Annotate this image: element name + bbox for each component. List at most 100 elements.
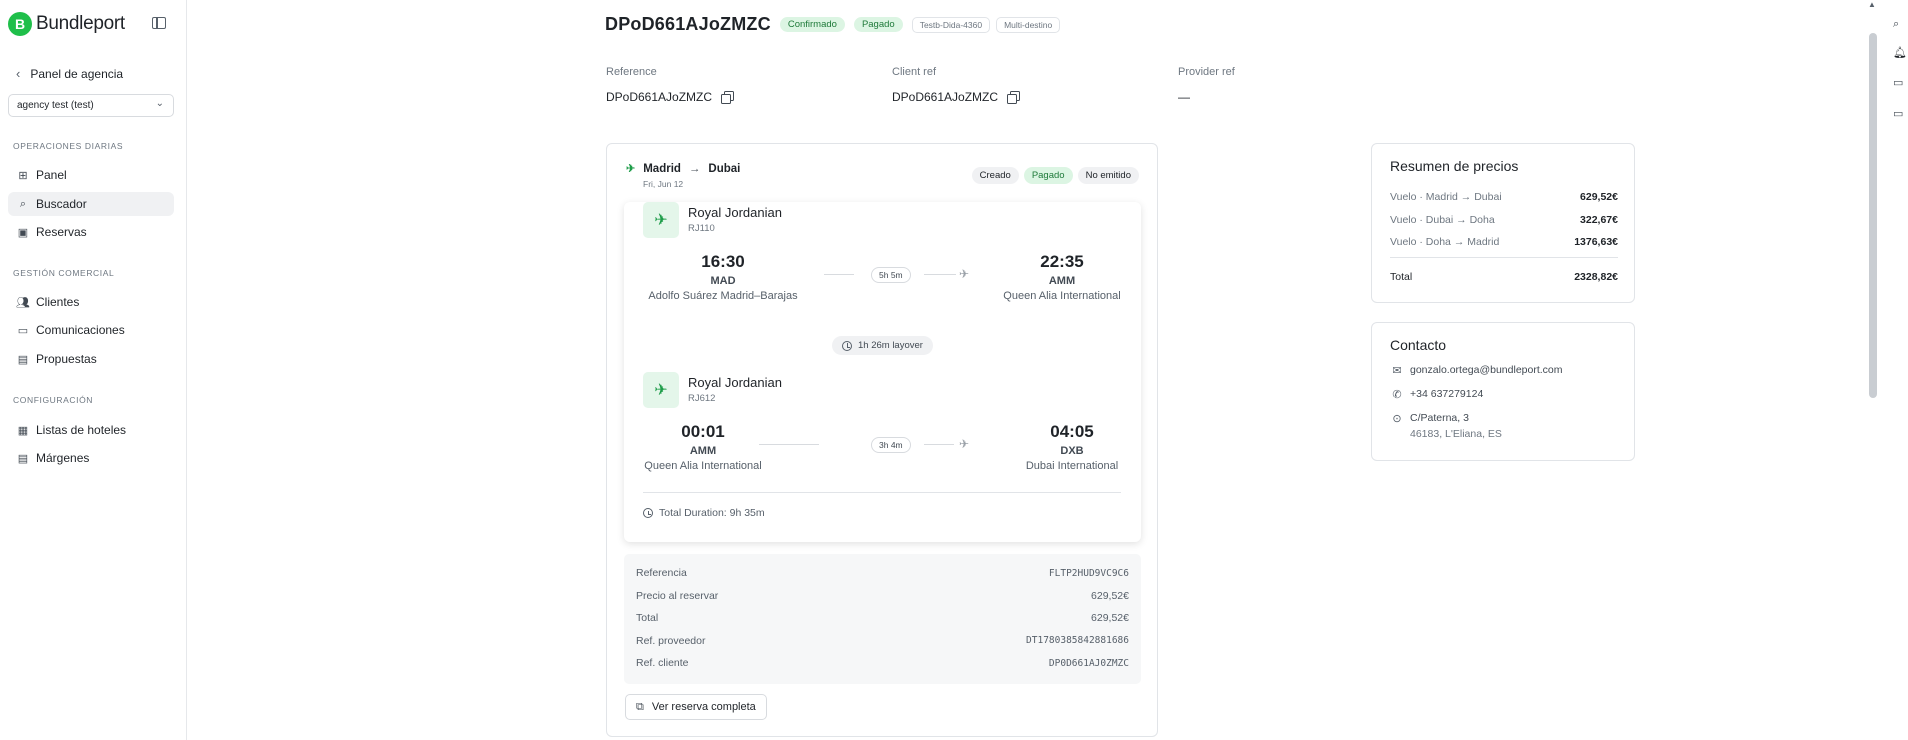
price-total-row: Total 2328,82€ (1390, 271, 1618, 283)
detail-row: Total 629,52€ (636, 607, 1129, 630)
booking-details-table: Referencia FLTP2HUD9VC9C6 Precio al rese… (624, 554, 1141, 684)
contact-phone: ✆ +34 637279124 (1390, 388, 1483, 401)
copy-icon[interactable] (1007, 91, 1021, 104)
price-label: Vuelo · Doha → Madrid (1390, 236, 1500, 248)
segment-airline: ✈ Royal Jordanian RJ110 (643, 202, 782, 238)
sidebar-item-comunicaciones[interactable]: ▭ Comunicaciones (8, 318, 174, 342)
detail-row: Referencia FLTP2HUD9VC9C6 (636, 562, 1129, 585)
price-label: Vuelo · Dubai → Doha (1390, 214, 1495, 226)
sidebar-item-listas-de-hoteles[interactable]: ▦ Listas de hoteles (8, 418, 174, 442)
scroll-up-arrow-icon[interactable]: ▲ (1868, 0, 1876, 9)
contact-card: Contacto ✉ gonzalo.ortega@bundleport.com… (1371, 322, 1635, 461)
divider (1390, 257, 1618, 258)
arrow-right-icon: → (688, 162, 701, 175)
arrival-time: 22:35 (1040, 252, 1084, 271)
dashboard-icon: ⊞ (18, 169, 28, 182)
sidebar: B Bundleport ‹ Panel de agencia agency t… (0, 0, 187, 740)
back-to-agency-panel-link[interactable]: ‹ Panel de agencia (16, 66, 123, 81)
view-full-booking-button[interactable]: ⧉ Ver reserva completa (625, 694, 767, 720)
provider-ref-block: Provider ref — (1178, 66, 1235, 104)
plane-icon: ✈ (626, 163, 636, 175)
map-pin-icon: ⊙ (1392, 413, 1402, 425)
sidebar-item-label: Márgenes (36, 451, 90, 465)
clock-icon (842, 340, 852, 351)
price-label: Vuelo · Madrid → Dubai (1390, 191, 1502, 203)
client-ref-block: Client ref DPoD661AJoZMZC (892, 66, 1021, 104)
leg-duration: 3h 4m (871, 437, 911, 453)
departure-time: 16:30 (701, 252, 745, 271)
list-icon: ▦ (17, 424, 29, 437)
plane-icon: ✈ (643, 202, 679, 238)
reference-block: Reference DPoD661AJoZMZC (606, 66, 735, 104)
search-icon[interactable]: ⌕ (1893, 18, 1899, 31)
detail-value: DT1780385842881686 (1026, 635, 1129, 647)
sidebar-item-label: Clientes (36, 295, 80, 309)
calendar-icon: ▣ (17, 226, 29, 239)
flight-number: RJ612 (688, 393, 716, 404)
status-badge-creado: Creado (971, 167, 1019, 184)
reference-label: Reference (606, 66, 657, 78)
agency-select[interactable]: agency test (test) ⌄ (8, 94, 174, 117)
sidebar-item-propuestas[interactable]: ▤ Propuestas (8, 347, 174, 371)
sidebar-item-panel[interactable]: ⊞ Panel (8, 163, 174, 187)
arrival-code: AMM (1048, 275, 1076, 287)
notification-bell-icon[interactable]: 🔔︎ (1893, 46, 1907, 59)
sidebar-item-buscador[interactable]: ⌕ Buscador (8, 192, 174, 216)
price-row: Vuelo · Doha → Madrid 1376,63€ (1390, 236, 1618, 248)
tag-badge: Multi-destino (996, 16, 1061, 33)
status-badge-confirmado: Confirmado (779, 17, 845, 32)
document-icon: ▤ (17, 452, 29, 465)
contact-address-line2: 46183, L'Eliana, ES (1410, 428, 1502, 440)
price-row: Vuelo · Madrid → Dubai 629,52€ (1390, 191, 1618, 203)
price-summary-card: Resumen de precios Vuelo · Madrid → Duba… (1371, 143, 1635, 303)
phone-icon: ✆ (1392, 389, 1402, 401)
plane-icon: ✈ (643, 372, 679, 408)
scrollbar-thumb[interactable] (1869, 33, 1877, 398)
departure-airport: Adolfo Suárez Madrid–Barajas (648, 290, 798, 302)
sidebar-item-label: Buscador (36, 197, 87, 211)
segment-airline: ✈ Royal Jordanian RJ612 (643, 372, 782, 408)
route-destination: Dubai (708, 162, 741, 175)
view-full-booking-label: Ver reserva completa (651, 701, 756, 713)
users-icon: 👥︎ (16, 296, 30, 309)
arrival-airport: Dubai International (1025, 460, 1119, 472)
section-title-operaciones: OPERACIONES DIARIAS (13, 141, 124, 151)
brand-logo[interactable]: B Bundleport (8, 12, 125, 36)
price-summary-title: Resumen de precios (1390, 158, 1519, 174)
back-link-label: Panel de agencia (30, 66, 124, 81)
flight-segments-panel: ✈ Royal Jordanian RJ110 16:30 MAD Adolfo… (624, 202, 1141, 542)
copy-icon[interactable] (721, 91, 735, 104)
chat-icon[interactable]: ▭ (1893, 76, 1903, 89)
flight-status-pills: Creado Pagado No emitido (967, 167, 1139, 184)
detail-row: Precio al reservar 629,52€ (636, 585, 1129, 608)
price-row: Vuelo · Dubai → Doha 322,67€ (1390, 214, 1618, 226)
status-badge-no-emitido: No emitido (1077, 167, 1139, 184)
client-ref-value: DPoD661AJoZMZC (892, 90, 999, 104)
price-total-label: Total (1390, 271, 1413, 283)
feedback-icon[interactable]: ▭ (1893, 107, 1903, 120)
contact-address-line1: C/Paterna, 3 (1410, 412, 1469, 424)
arrival-airport: Queen Alia International (1003, 290, 1121, 302)
clock-icon (643, 508, 653, 518)
arrival-code: DXB (1060, 445, 1084, 457)
message-icon: ▭ (17, 324, 29, 337)
layover-text: 1h 26m layover (858, 340, 923, 351)
sidebar-item-margenes[interactable]: ▤ Márgenes (8, 446, 174, 470)
page-header: DPoD661AJoZMZC Confirmado Pagado Testb-D… (605, 14, 1061, 35)
price-total-value: 2328,82€ (1574, 271, 1618, 283)
airline-name: Royal Jordanian (688, 205, 782, 220)
contact-title: Contacto (1390, 337, 1447, 353)
sidebar-item-label: Comunicaciones (36, 323, 125, 337)
price-value: 1376,63€ (1574, 236, 1618, 248)
route-origin: Madrid (643, 162, 681, 175)
page-title: DPoD661AJoZMZC (605, 14, 771, 34)
leg-duration: 5h 5m (871, 267, 911, 283)
client-ref-label: Client ref (892, 66, 937, 78)
sidebar-toggle-icon[interactable] (152, 17, 166, 29)
detail-value: FLTP2HUD9VC9C6 (1048, 567, 1129, 579)
leg-line (824, 274, 854, 275)
sidebar-item-reservas[interactable]: ▣ Reservas (8, 220, 174, 244)
detail-label: Precio al reservar (636, 589, 719, 602)
plane-icon: ✈ (959, 437, 970, 451)
sidebar-item-clientes[interactable]: 👥︎ Clientes (8, 290, 174, 314)
